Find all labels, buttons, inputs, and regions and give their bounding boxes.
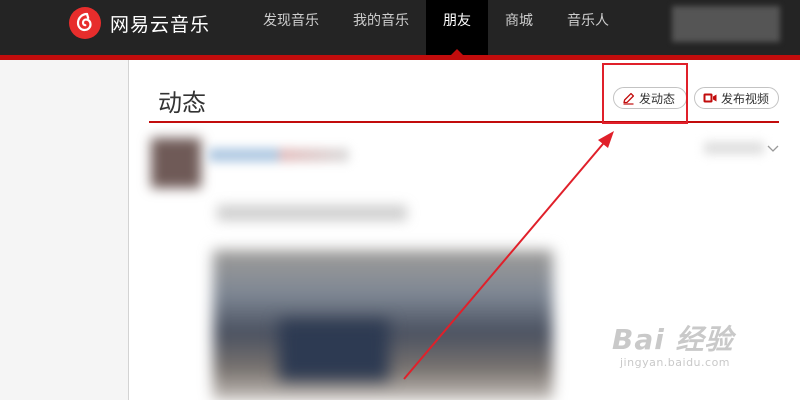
watermark-url: jingyan.baidu.com — [620, 356, 731, 369]
watermark-logo-text: Bai 经验 — [612, 323, 734, 356]
baidu-jingyan-watermark: Bai 经验 jingyan.baidu.com — [612, 318, 734, 369]
